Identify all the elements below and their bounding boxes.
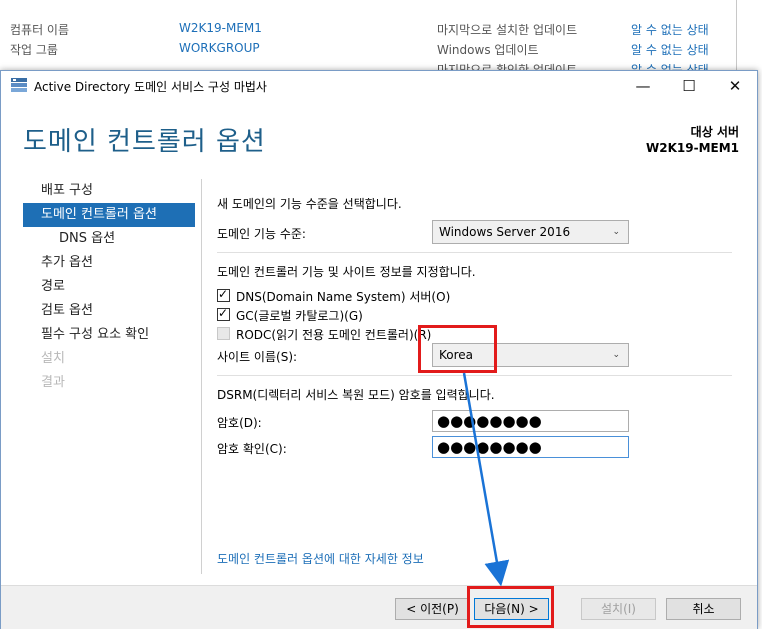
annotation-arrow xyxy=(462,372,510,587)
